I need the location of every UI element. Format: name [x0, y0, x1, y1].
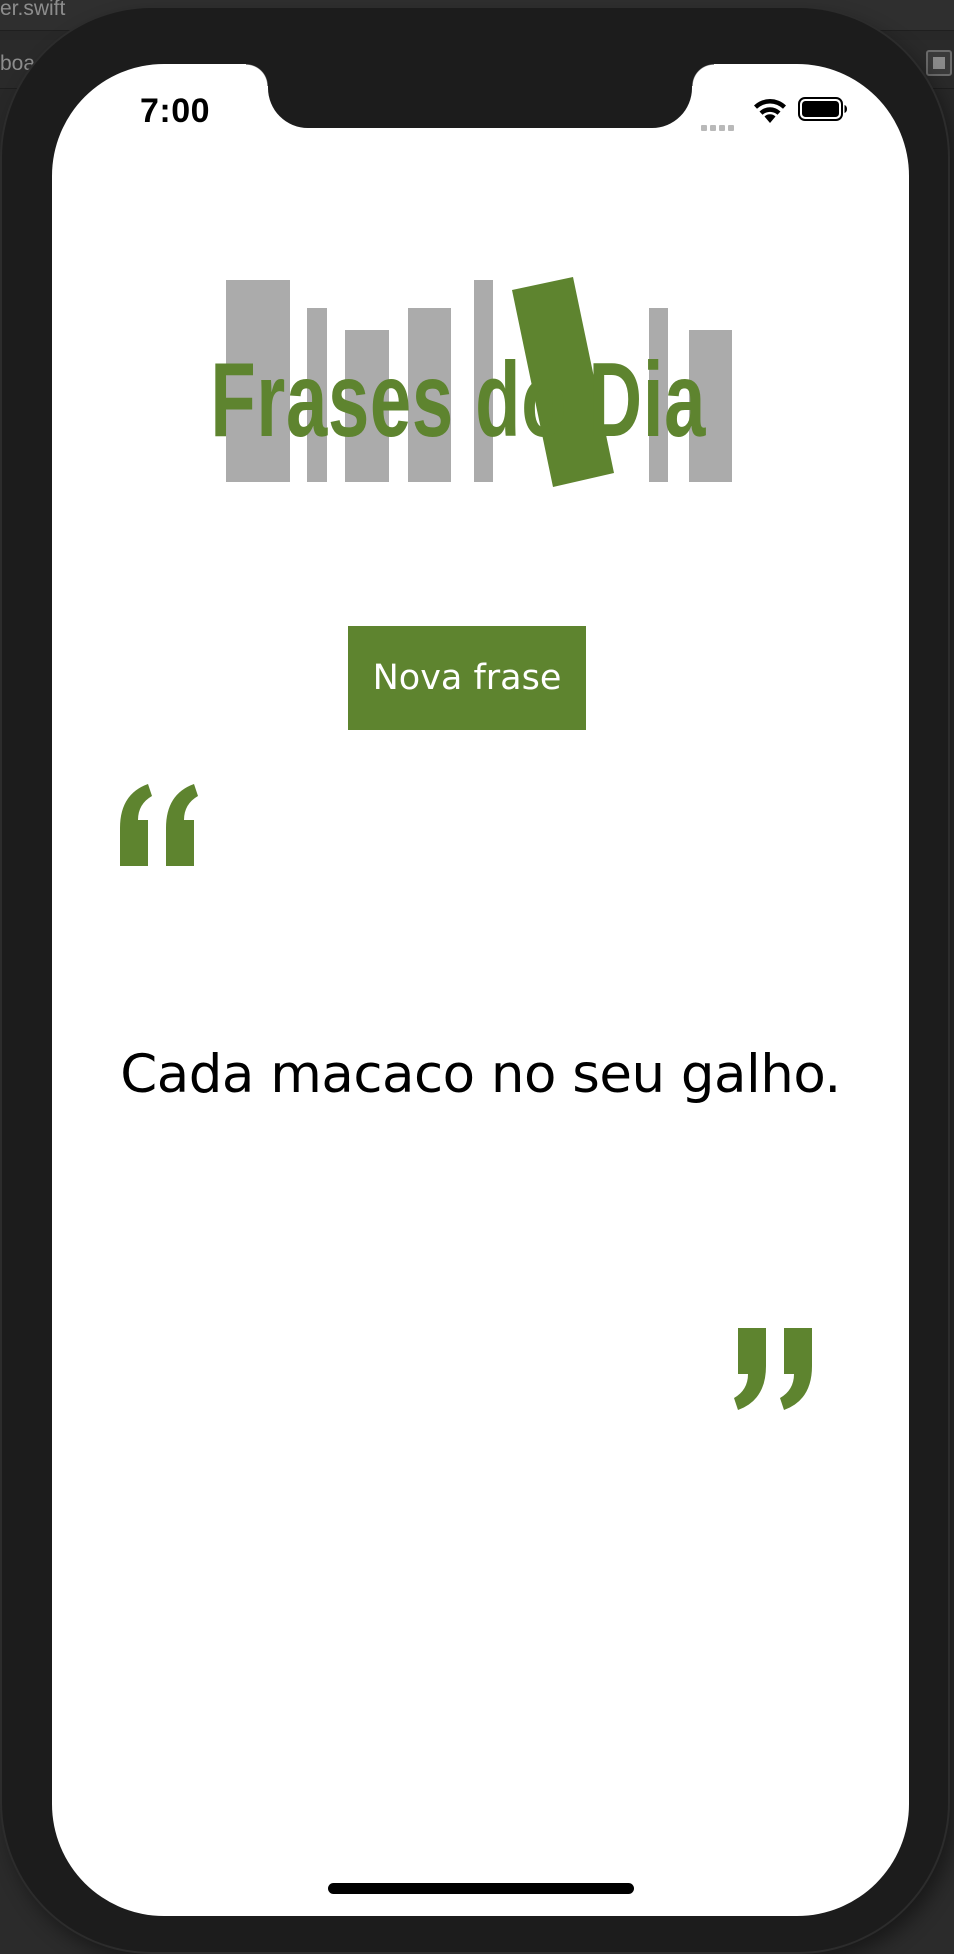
notch: [246, 64, 714, 128]
iphone-device-frame: 7:00 Frases do Dia Nova frase Cada macac…: [2, 8, 948, 1952]
xcode-panel-toggle-icon[interactable]: [926, 50, 952, 76]
status-bar-time: 7:00: [140, 92, 211, 130]
close-quote-icon: [734, 1328, 812, 1410]
wifi-icon: [754, 99, 786, 123]
home-indicator[interactable]: [328, 1883, 634, 1894]
new-quote-button[interactable]: Nova frase: [348, 626, 586, 730]
cellular-signal-icon: [701, 116, 741, 131]
xcode-tab-label[interactable]: er.swift: [0, 0, 65, 19]
quote-text: Cada macaco no seu galho.: [120, 1044, 841, 1105]
logo-title: Frases do Dia: [210, 341, 707, 459]
open-quote-icon: [120, 784, 198, 866]
app-screen: 7:00 Frases do Dia Nova frase Cada macac…: [52, 64, 909, 1916]
battery-icon: [798, 97, 847, 121]
